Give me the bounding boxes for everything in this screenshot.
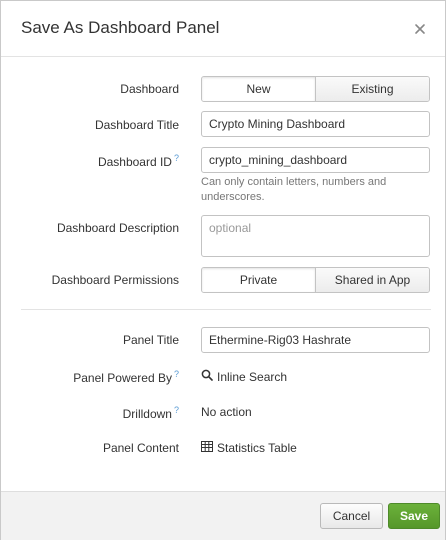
dashboard-id-help-text: Can only contain letters, numbers and un… (201, 176, 387, 203)
drilldown-label-text: Drilldown (122, 407, 172, 421)
panel-powered-by-help-icon[interactable]: ? (174, 369, 179, 379)
search-icon (201, 369, 217, 384)
dashboard-id-help-icon[interactable]: ? (174, 153, 179, 163)
dashboard-permissions-label: Dashboard Permissions (51, 273, 179, 287)
panel-title-input[interactable] (201, 327, 430, 353)
panel-content-value: Statistics Table (201, 441, 297, 455)
dashboard-permissions-toggle: Private Shared in App (201, 267, 430, 293)
panel-title-label: Panel Title (122, 333, 179, 347)
save-dashboard-panel-dialog: Save As Dashboard Panel Dashboard New Ex… (0, 0, 446, 540)
dialog-footer: Cancel Save (1, 491, 445, 540)
drilldown-label: Drilldown? (123, 405, 179, 421)
permissions-private-button[interactable]: Private (202, 268, 315, 292)
table-icon (201, 441, 217, 455)
panel-powered-by-value: Inline Search (201, 369, 287, 384)
dashboard-new-button[interactable]: New (202, 77, 315, 101)
section-divider (21, 309, 431, 310)
dashboard-description-textarea[interactable] (201, 215, 430, 257)
dashboard-description-label: Dashboard Description (56, 221, 179, 235)
dashboard-existing-button[interactable]: Existing (315, 77, 429, 101)
dashboard-id-label-text: Dashboard ID (97, 155, 172, 169)
dashboard-label: Dashboard (120, 82, 179, 96)
dashboard-title-input[interactable] (201, 111, 430, 137)
dialog-title: Save As Dashboard Panel (21, 18, 220, 37)
panel-powered-by-label: Panel Powered By? (73, 369, 179, 385)
cancel-button[interactable]: Cancel (320, 503, 383, 529)
panel-content-label: Panel Content (102, 441, 179, 455)
save-button[interactable]: Save (388, 503, 440, 529)
panel-powered-by-label-text: Panel Powered By (73, 371, 172, 385)
close-icon[interactable] (413, 22, 427, 36)
dashboard-mode-toggle: New Existing (201, 76, 430, 102)
drilldown-value: No action (201, 405, 252, 419)
dashboard-id-label: Dashboard ID? (98, 153, 179, 169)
permissions-shared-in-app-button[interactable]: Shared in App (315, 268, 429, 292)
dashboard-id-input[interactable] (201, 147, 430, 173)
panel-powered-by-text: Inline Search (217, 369, 288, 384)
dashboard-title-label: Dashboard Title (94, 118, 179, 132)
panel-content-text: Statistics Table (217, 441, 297, 455)
drilldown-help-icon[interactable]: ? (174, 405, 179, 415)
dialog-header: Save As Dashboard Panel (1, 1, 445, 57)
